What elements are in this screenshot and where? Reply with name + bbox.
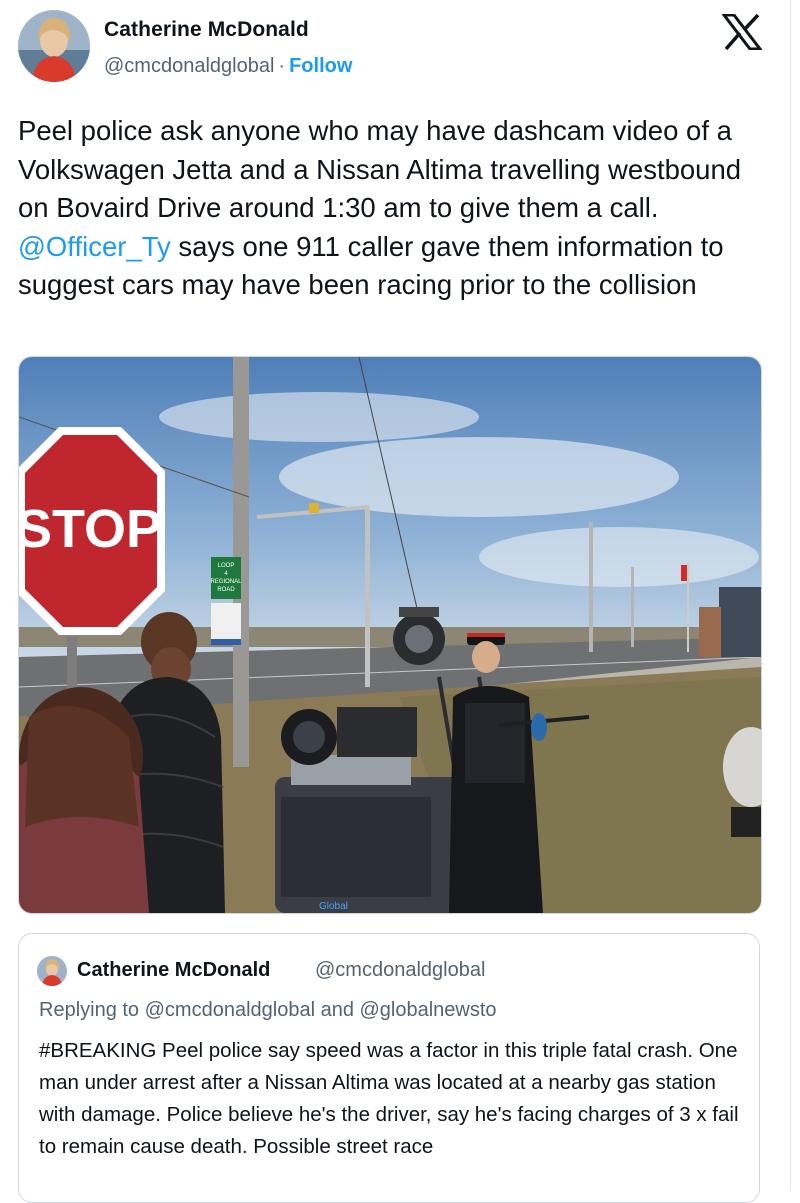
quoted-author-avatar [37,956,67,986]
quoted-tweet-text: #BREAKING Peel police say speed was a fa… [39,1039,739,1158]
quoted-author-name: Catherine McDonald [77,959,271,981]
mention-link[interactable]: @Officer_Ty [18,231,171,262]
author-avatar[interactable] [18,10,90,82]
tweet-card: Catherine McDonald @cmcdonaldglobal · Foll… [0,0,791,1203]
svg-text:LOOP: LOOP [218,563,235,569]
tweet-text-part1: Peel police ask anyone who may have dash… [18,115,742,223]
tweet-photo[interactable]: LOOP 4 REGIONAL ROAD STOP Global [18,356,762,914]
author-handle-row: @cmcdonaldglobal · Follow [104,55,352,78]
author-name[interactable]: Catherine McDonald [104,18,309,42]
x-logo-icon[interactable] [720,13,764,51]
quoted-tweet[interactable]: Catherine McDonald @cmcdonaldglobal Repl… [18,933,760,1203]
quoted-author-handle: @cmcdonaldglobal [315,959,486,981]
svg-text:ROAD: ROAD [217,587,235,593]
svg-text:Global: Global [319,901,348,912]
author-handle[interactable]: @cmcdonaldglobal [104,55,274,77]
svg-text:REGIONAL: REGIONAL [210,579,242,585]
police-officer [472,641,500,673]
follow-button[interactable]: Follow [289,55,352,77]
separator-dot: · [278,55,286,77]
reply-context: Replying to @cmcdonaldglobal and @global… [39,999,497,1021]
tweet-text: Peel police ask anyone who may have dash… [18,112,758,305]
stop-sign-text: STOP [19,499,162,559]
author-avatar-image [18,10,90,82]
